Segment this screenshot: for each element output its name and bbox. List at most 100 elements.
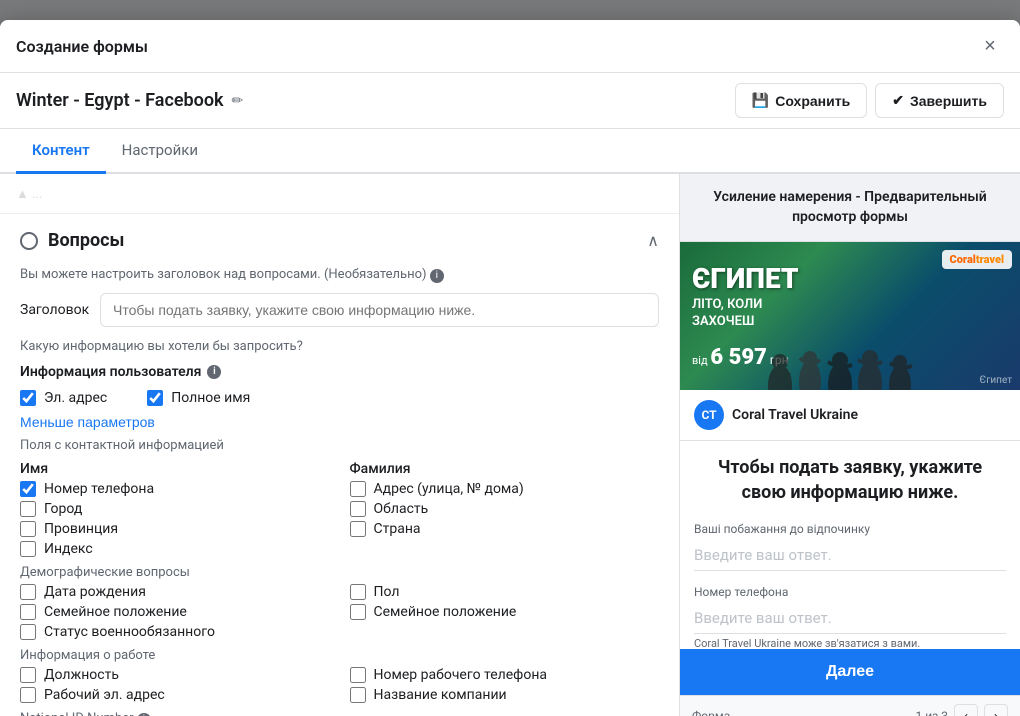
- national-id-label: National ID Number i: [20, 711, 659, 716]
- action-buttons: 💾 Сохранить ✔ Завершить: [735, 83, 1004, 118]
- gender-label: Пол: [374, 584, 400, 600]
- section-title: Вопросы: [20, 230, 124, 251]
- checkbox-region[interactable]: Область: [350, 501, 660, 517]
- field-phone-hint: Coral Travel Ukraine може зв'язатися з в…: [694, 637, 1006, 649]
- header-field-label: Заголовок: [20, 302, 100, 318]
- preview-footer: Форма 1 из 3 ‹ ›: [680, 695, 1020, 716]
- modal-title: Создание формы: [16, 37, 148, 56]
- finish-icon: ✔: [892, 92, 904, 109]
- checkbox-company[interactable]: Название компании: [350, 687, 660, 703]
- checkbox-phone[interactable]: Номер телефона: [20, 481, 330, 497]
- family2-label: Семейное положение: [374, 604, 517, 620]
- edit-icon[interactable]: ✏: [232, 93, 244, 109]
- company-label: Название компании: [374, 687, 507, 703]
- preview-field-wish: Ваші побажання до відпочинку Введите ваш…: [694, 522, 1006, 571]
- next-page-button[interactable]: ›: [984, 704, 1008, 716]
- checkbox-work-email[interactable]: Рабочий эл. адрес: [20, 687, 330, 703]
- preview-phone: Coraltravel ЄГИПЕТ ЛІТО, КОЛИЗАХОЧЕШ: [680, 242, 1020, 716]
- finish-label: Завершить: [910, 93, 987, 109]
- email-label: Эл. адрес: [44, 390, 107, 406]
- preview-pagination: 1 из 3 ‹ ›: [916, 704, 1008, 716]
- checkbox-country[interactable]: Страна: [350, 521, 660, 537]
- brand-watermark: Єгипет: [979, 375, 1012, 386]
- save-label: Сохранить: [775, 93, 850, 109]
- work-email-label: Рабочий эл. адрес: [44, 687, 165, 703]
- user-info-label: Информация пользователя: [20, 364, 201, 380]
- address-label: Адрес (улица, № дома): [374, 481, 524, 497]
- birthdate-label: Дата рождения: [44, 584, 146, 600]
- scroll-top-area: ▲ ...: [0, 174, 679, 214]
- checkbox-birthdate[interactable]: Дата рождения: [20, 584, 330, 600]
- field-wish-input[interactable]: Введите ваш ответ.: [694, 540, 1006, 571]
- country-label: Страна: [374, 521, 421, 537]
- page-avatar: CT: [694, 400, 724, 430]
- preview-next-button[interactable]: Далее: [680, 649, 1020, 695]
- finish-button[interactable]: ✔ Завершить: [875, 83, 1004, 118]
- checkbox-email[interactable]: Эл. адрес: [20, 390, 107, 406]
- index-label: Индекс: [44, 541, 93, 557]
- fullname-label: Полное имя: [171, 390, 250, 406]
- user-info-icon[interactable]: i: [207, 365, 221, 379]
- modal-subheader: Winter - Egypt - Facebook ✏ 💾 Сохранить …: [0, 73, 1020, 129]
- preview-banner: Coraltravel ЄГИПЕТ ЛІТО, КОЛИЗАХОЧЕШ: [680, 242, 1020, 390]
- position-label: Должность: [44, 667, 119, 683]
- tabs-bar: Контент Настройки: [0, 129, 1020, 174]
- province-label: Провинция: [44, 521, 118, 537]
- radio-circle-icon: [20, 232, 38, 250]
- preview-panel: Усиление намерения - Предварительный про…: [680, 174, 1020, 716]
- work-label: Информация о работе: [20, 648, 659, 663]
- preview-footer-label: Форма: [692, 709, 730, 716]
- checkbox-address[interactable]: Адрес (улица, № дома): [350, 481, 660, 497]
- pagination-text: 1 из 3: [916, 709, 948, 716]
- header-field-input[interactable]: [100, 293, 659, 327]
- page-title: Winter - Egypt - Facebook: [16, 90, 224, 111]
- save-icon: 💾: [752, 92, 769, 109]
- page-name: Coral Travel Ukraine: [732, 407, 858, 423]
- people-silhouettes: [750, 310, 950, 390]
- checkbox-fullname[interactable]: Полное имя: [147, 390, 250, 406]
- page-title-area: Winter - Egypt - Facebook ✏: [16, 90, 243, 111]
- info-icon[interactable]: i: [430, 269, 444, 283]
- checkbox-index[interactable]: Индекс: [20, 541, 330, 557]
- user-info-title: Информация пользователя i: [20, 364, 659, 380]
- preview-form-content: Чтобы подать заявку, укажите свою информ…: [680, 441, 1020, 649]
- field-phone-label: Номер телефона: [694, 585, 1006, 599]
- modal-body: ▲ ... Вопросы ∧ Вы можете настроить заго…: [0, 174, 1020, 716]
- less-params-button[interactable]: Меньше параметров: [20, 414, 155, 430]
- military-label: Статус военнообязанного: [44, 624, 215, 640]
- checkbox-family2[interactable]: Семейное положение: [350, 604, 660, 620]
- demographic-label: Демографические вопросы: [20, 565, 659, 580]
- checkbox-city[interactable]: Город: [20, 501, 330, 517]
- region-label: Область: [374, 501, 429, 517]
- tab-settings[interactable]: Настройки: [106, 129, 214, 174]
- checkbox-gender[interactable]: Пол: [350, 584, 660, 600]
- coral-logo: Coraltravel: [942, 250, 1012, 269]
- egypt-text: ЄГИПЕТ: [692, 262, 799, 295]
- left-panel: ▲ ... Вопросы ∧ Вы можете настроить заго…: [0, 174, 680, 716]
- prev-page-button[interactable]: ‹: [954, 704, 978, 716]
- city-label: Город: [44, 501, 82, 517]
- tab-content[interactable]: Контент: [16, 129, 106, 174]
- preview-field-phone: Номер телефона Введите ваш ответ. Coral …: [694, 585, 1006, 649]
- checkbox-work-phone[interactable]: Номер рабочего телефона: [350, 667, 660, 683]
- checkbox-province[interactable]: Провинция: [20, 521, 330, 537]
- preview-form-title: Чтобы подать заявку, укажите свою информ…: [694, 455, 1006, 505]
- save-button[interactable]: 💾 Сохранить: [735, 83, 867, 118]
- header-field-row: Заголовок: [20, 293, 659, 327]
- field-phone-input[interactable]: Введите ваш ответ.: [694, 603, 1006, 634]
- field-lastname-label: Фамилия: [350, 461, 660, 477]
- preview-content: Coraltravel ЄГИПЕТ ЛІТО, КОЛИЗАХОЧЕШ: [680, 242, 1020, 716]
- header-help-text-label: Вы можете настроить заголовок над вопрос…: [20, 267, 427, 282]
- preview-page-info: CT Coral Travel Ukraine: [680, 390, 1020, 441]
- questions-title: Вопросы: [48, 230, 124, 251]
- preview-title: Усиление намерения - Предварительный про…: [680, 174, 1020, 242]
- checkbox-military[interactable]: Статус военнообязанного: [20, 624, 330, 640]
- checkbox-position[interactable]: Должность: [20, 667, 330, 683]
- checkbox-family1[interactable]: Семейное положение: [20, 604, 330, 620]
- close-button[interactable]: ×: [976, 32, 1004, 60]
- field-wish-label: Ваші побажання до відпочинку: [694, 522, 1006, 536]
- field-name-label: Имя: [20, 461, 330, 477]
- contact-fields-label: Поля с контактной информацией: [20, 438, 659, 453]
- section-header: Вопросы ∧: [20, 230, 659, 251]
- collapse-button[interactable]: ∧: [647, 231, 659, 251]
